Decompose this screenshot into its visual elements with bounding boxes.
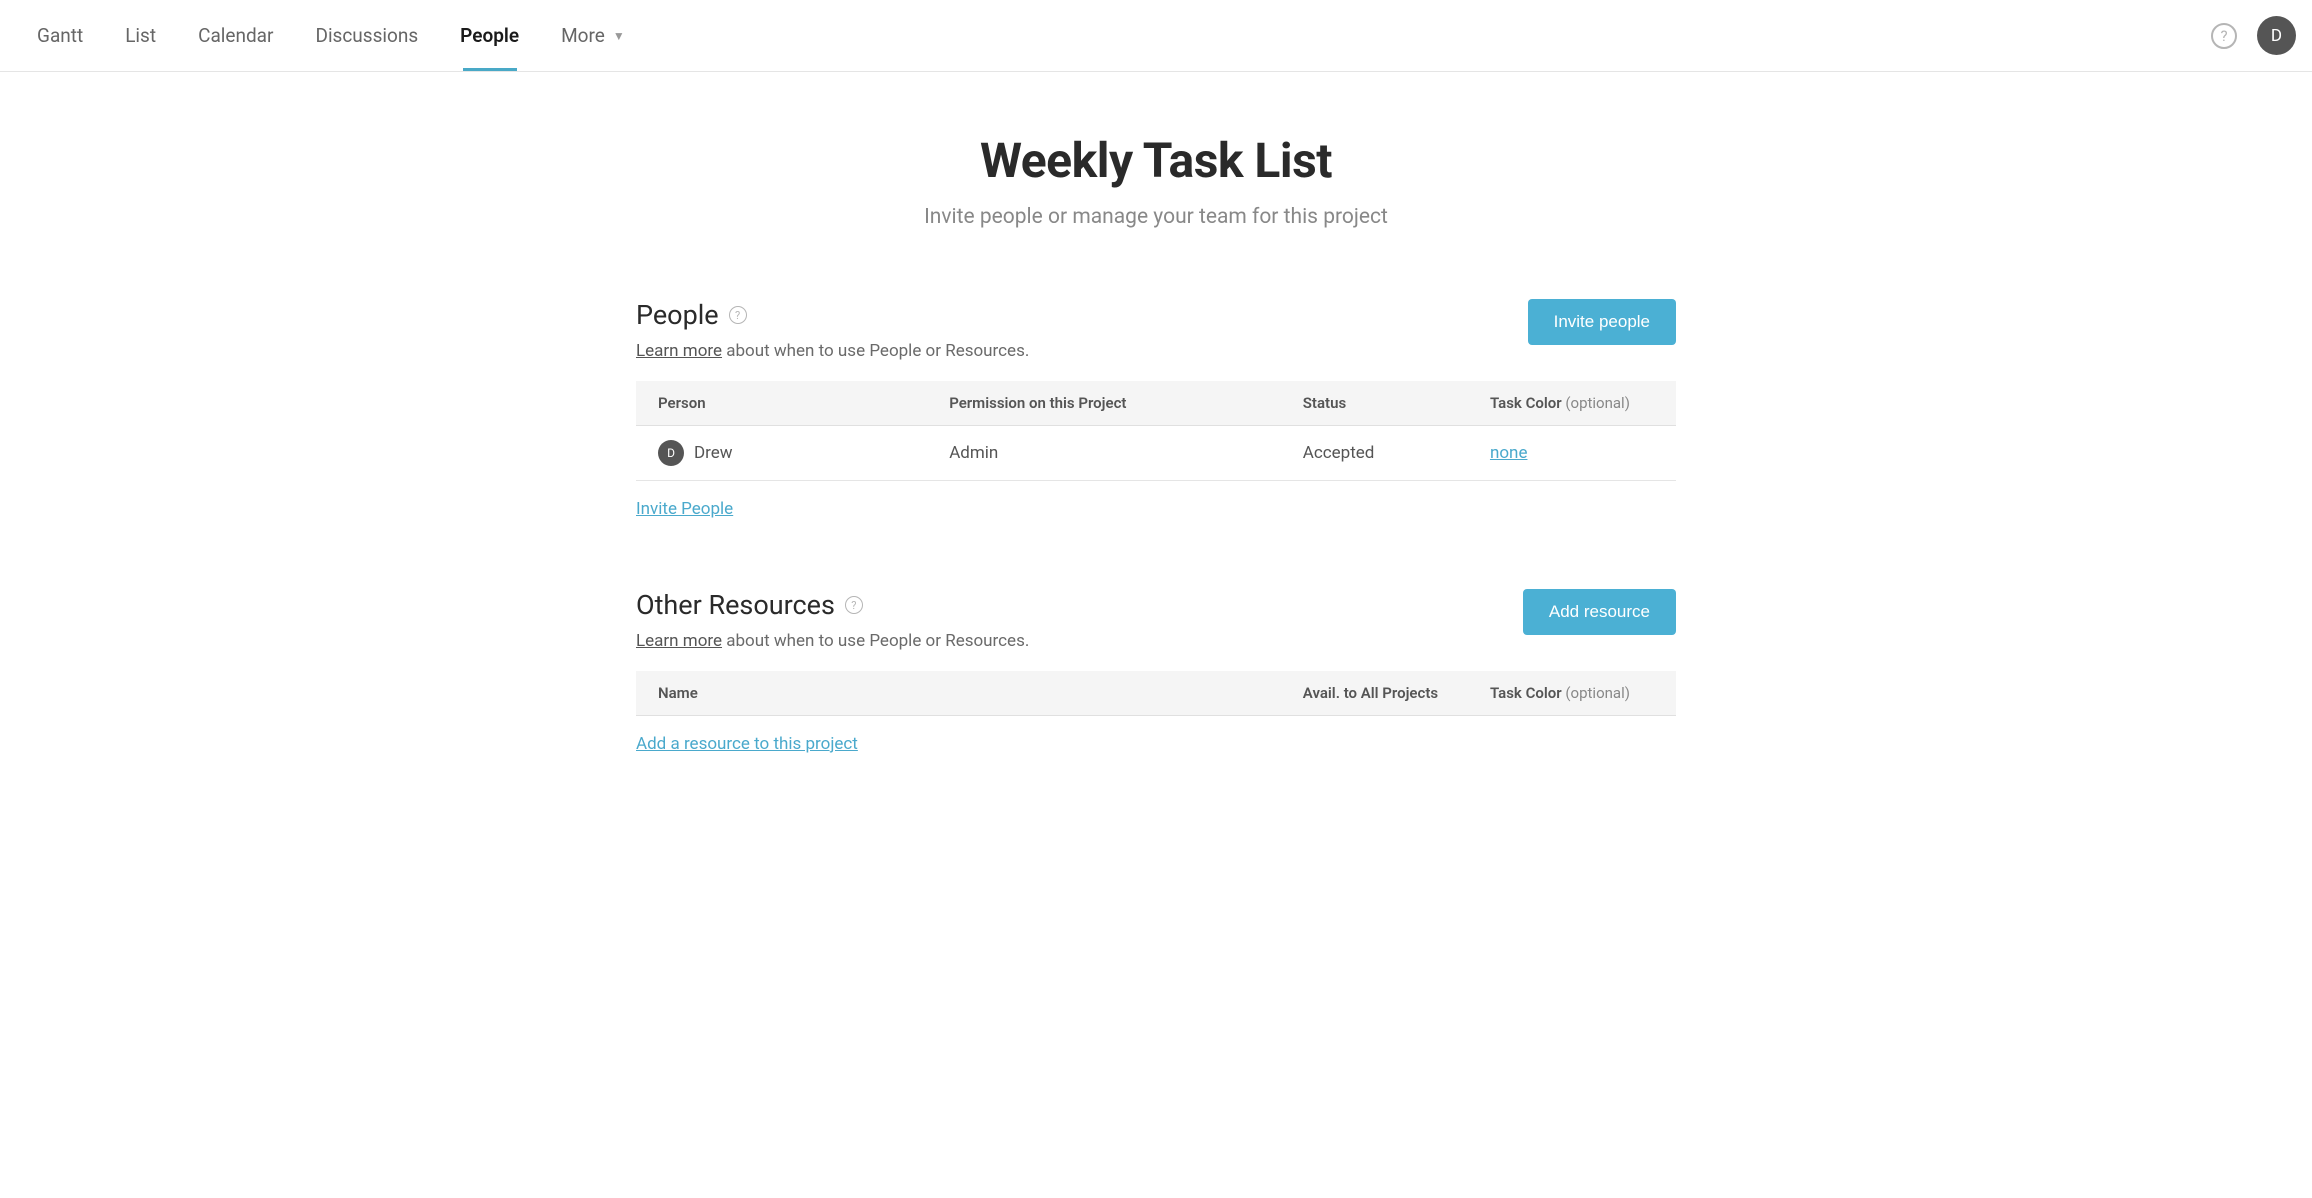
topbar-right: ? D	[2211, 16, 2296, 55]
add-resource-button[interactable]: Add resource	[1523, 589, 1676, 635]
page-title: Weekly Task List	[636, 132, 1676, 189]
tab-label: More	[561, 24, 605, 47]
people-section-desc: Learn more about when to use People or R…	[636, 341, 1029, 361]
main-content: Weekly Task List Invite people or manage…	[636, 72, 1676, 864]
task-color-link[interactable]: none	[1490, 443, 1528, 463]
topbar: Gantt List Calendar Discussions People M…	[0, 0, 2312, 72]
people-section: People ? Learn more about when to use Pe…	[636, 299, 1676, 519]
section-header: Other Resources ? Learn more about when …	[636, 589, 1676, 651]
tab-gantt[interactable]: Gantt	[16, 0, 104, 71]
col-task-color: Task Color (optional)	[1468, 671, 1676, 716]
col-header-text: Task Color	[1490, 684, 1562, 702]
person-cell: D Drew	[636, 426, 927, 481]
col-header-optional: (optional)	[1565, 394, 1630, 412]
help-icon[interactable]: ?	[729, 306, 747, 324]
tab-discussions[interactable]: Discussions	[294, 0, 439, 71]
task-color-cell: none	[1468, 426, 1676, 481]
resources-table: Name Avail. to All Projects Task Color (…	[636, 671, 1676, 716]
desc-suffix: about when to use People or Resources.	[722, 341, 1029, 361]
page-subtitle: Invite people or manage your team for th…	[636, 205, 1676, 229]
resources-section: Other Resources ? Learn more about when …	[636, 589, 1676, 754]
tab-people[interactable]: People	[439, 0, 540, 71]
table-header-row: Person Permission on this Project Status…	[636, 381, 1676, 426]
people-section-title: People ?	[636, 299, 1029, 331]
resources-section-title: Other Resources ?	[636, 589, 1029, 621]
section-header: People ? Learn more about when to use Pe…	[636, 299, 1676, 361]
tab-more[interactable]: More ▼	[540, 0, 646, 71]
person-name: Drew	[694, 443, 733, 463]
learn-more-link[interactable]: Learn more	[636, 341, 722, 361]
tab-label: Calendar	[198, 24, 273, 47]
tab-label: Discussions	[315, 24, 418, 47]
help-icon[interactable]: ?	[2211, 23, 2237, 49]
chevron-down-icon: ▼	[613, 29, 625, 43]
people-table: Person Permission on this Project Status…	[636, 381, 1676, 481]
tab-label: Gantt	[37, 24, 83, 47]
col-header-optional: (optional)	[1565, 684, 1630, 702]
status-cell: Accepted	[1281, 426, 1468, 481]
col-avail: Avail. to All Projects	[1281, 671, 1468, 716]
col-person: Person	[636, 381, 927, 426]
help-icon[interactable]: ?	[845, 596, 863, 614]
col-status: Status	[1281, 381, 1468, 426]
learn-more-link[interactable]: Learn more	[636, 631, 722, 651]
col-name: Name	[636, 671, 1281, 716]
permission-cell: Admin	[927, 426, 1281, 481]
table-row: D Drew Admin Accepted none	[636, 426, 1676, 481]
nav-tabs: Gantt List Calendar Discussions People M…	[16, 0, 646, 71]
tab-label: List	[125, 24, 156, 47]
invite-people-button[interactable]: Invite people	[1528, 299, 1676, 345]
tab-list[interactable]: List	[104, 0, 177, 71]
tab-label: People	[460, 24, 519, 47]
col-header-text: Task Color	[1490, 394, 1562, 412]
desc-suffix: about when to use People or Resources.	[722, 631, 1029, 651]
col-permission: Permission on this Project	[927, 381, 1281, 426]
section-title-text: Other Resources	[636, 589, 835, 621]
add-resource-link[interactable]: Add a resource to this project	[636, 734, 858, 754]
col-task-color: Task Color (optional)	[1468, 381, 1676, 426]
user-avatar[interactable]: D	[2257, 16, 2296, 55]
avatar: D	[658, 440, 684, 466]
invite-people-link[interactable]: Invite People	[636, 499, 733, 519]
table-header-row: Name Avail. to All Projects Task Color (…	[636, 671, 1676, 716]
resources-section-desc: Learn more about when to use People or R…	[636, 631, 1029, 651]
tab-calendar[interactable]: Calendar	[177, 0, 294, 71]
section-title-text: People	[636, 299, 719, 331]
